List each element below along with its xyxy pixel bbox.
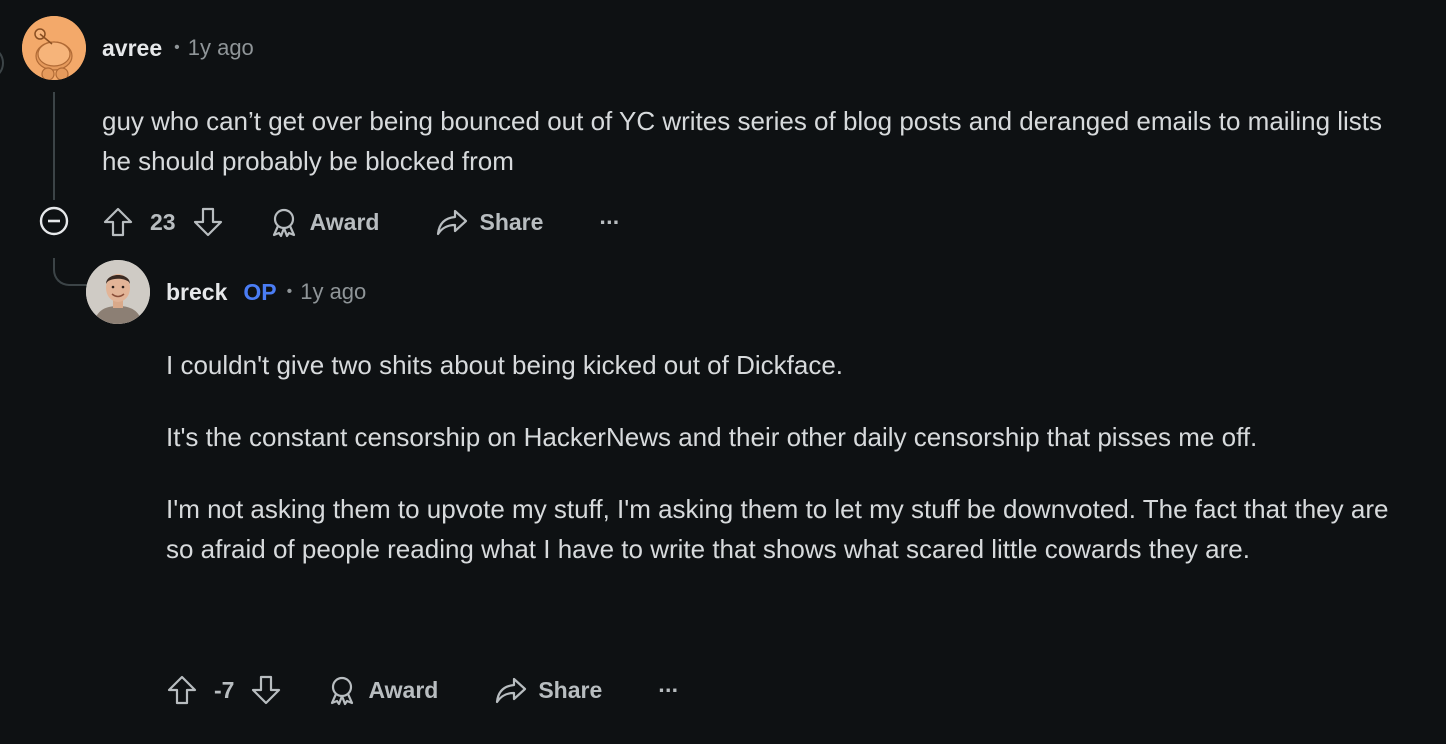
share-button[interactable]: Share [494, 674, 602, 706]
comment-body: guy who can’t get over being bounced out… [102, 101, 1402, 181]
arrow-up-outline-icon [103, 207, 133, 237]
upvote-button[interactable] [166, 674, 198, 706]
upvote-button[interactable] [102, 206, 134, 238]
avatar[interactable] [22, 16, 86, 80]
minus-circle-icon [39, 206, 69, 236]
comment-body: I couldn't give two shits about being ki… [166, 345, 1406, 569]
vote-score: 23 [150, 208, 176, 235]
snoo-avatar-icon [22, 16, 86, 80]
timestamp[interactable]: 1y ago [188, 35, 254, 61]
separator-dot: • [174, 39, 180, 56]
avatar[interactable] [86, 260, 150, 324]
comment-paragraph: It's the constant censorship on HackerNe… [166, 422, 1258, 452]
award-label: Award [368, 676, 439, 703]
user-photo-avatar-icon [86, 260, 150, 324]
reply-connector [53, 258, 87, 286]
arrow-down-outline-icon [193, 207, 222, 237]
comment-paragraph: I couldn't give two shits about being ki… [166, 350, 844, 380]
timestamp[interactable]: 1y ago [300, 279, 366, 305]
collapse-thread-button[interactable] [38, 205, 70, 237]
comment-paragraph: I'm not asking them to upvote my stuff, … [166, 494, 1389, 564]
comment-actions: 23 Award Share ··· [102, 200, 620, 244]
share-label: Share [538, 676, 603, 703]
op-badge: OP [243, 278, 277, 305]
share-label: Share [479, 208, 544, 235]
award-label: Award [309, 208, 380, 235]
more-options-button[interactable]: ··· [658, 677, 679, 704]
arrow-up-outline-icon [167, 675, 197, 705]
arrow-down-outline-icon [252, 675, 281, 705]
award-button[interactable]: Award [268, 206, 380, 238]
downvote-button[interactable] [192, 206, 224, 238]
share-arrow-icon [496, 677, 527, 704]
share-arrow-icon [437, 209, 468, 236]
comment-header: breck OP • 1y ago [166, 274, 366, 310]
comment-header: avree • 1y ago [102, 30, 254, 66]
author-name[interactable]: breck [166, 279, 227, 306]
award-button[interactable]: Award [326, 674, 438, 706]
comment-actions: -7 Award Share ··· [166, 668, 679, 712]
thread-line[interactable] [53, 92, 55, 200]
award-ribbon-icon [272, 208, 295, 238]
parent-thread-indicator [0, 46, 4, 80]
comment-paragraph: guy who can’t get over being bounced out… [102, 106, 1383, 176]
share-button[interactable]: Share [435, 206, 543, 238]
author-name[interactable]: avree [102, 35, 162, 62]
separator-dot: • [286, 283, 293, 300]
award-ribbon-icon [331, 676, 354, 706]
vote-score: -7 [214, 676, 235, 703]
downvote-button[interactable] [250, 674, 282, 706]
more-options-button[interactable]: ··· [599, 209, 620, 236]
